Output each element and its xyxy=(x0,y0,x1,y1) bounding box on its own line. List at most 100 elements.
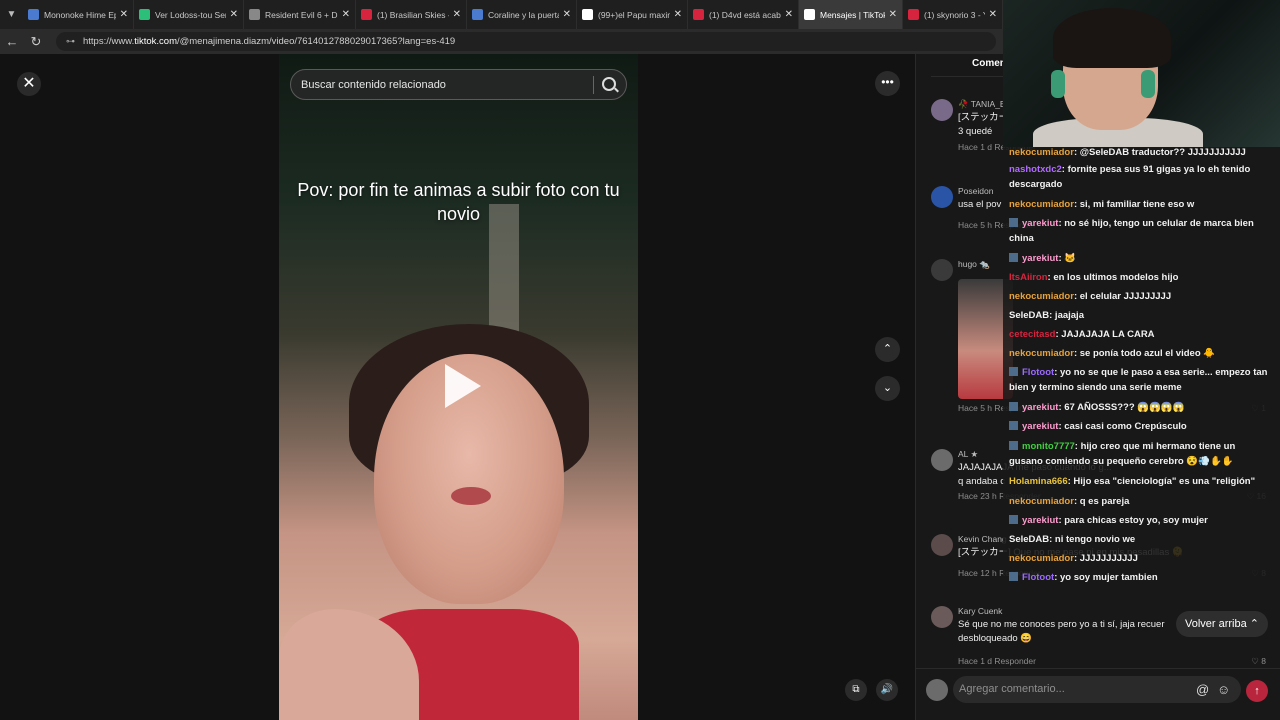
tab-close-icon[interactable]: ✕ xyxy=(889,9,897,20)
related-search-input[interactable]: Buscar contenido relacionado xyxy=(290,69,627,100)
comment-composer: Agregar comentario... @ ☺ ↑ xyxy=(916,668,1280,720)
chat-username: monito7777 xyxy=(1022,441,1075,452)
chat-message: nekocumiador: JJJJJJJJJJJ xyxy=(1009,551,1271,566)
chat-message: cetecitasd: JAJAJAJA LA CARA xyxy=(1009,327,1271,342)
chat-message: Flotoot: yo soy mujer tambien xyxy=(1009,570,1271,585)
chat-text: : el celular JJJJJJJJJ xyxy=(1073,291,1172,302)
tab-close-icon[interactable]: ✕ xyxy=(453,9,461,20)
comment-meta[interactable]: Hace 1 d Responder xyxy=(958,656,1036,666)
browser-tab-bar: ▼ Mononoke Hime Ep ✕ Ver Lodoss-tou Sen ✕ Re… xyxy=(0,0,1003,29)
tab-comments[interactable]: Comen xyxy=(972,58,1006,69)
chat-text: : si, mi familiar tiene eso w xyxy=(1073,199,1195,210)
previous-video-icon[interactable]: ⌃ xyxy=(875,337,900,362)
chat-text: : para chicas estoy yo, soy mujer xyxy=(1058,515,1208,526)
chat-message: nekocumiador: el celular JJJJJJJJJ xyxy=(1009,289,1271,304)
address-bar[interactable]: ⊶ https://www. tiktok.com/@menajimena.dia… xyxy=(56,32,996,51)
browser-tab[interactable]: Mononoke Hime Ep ✕ xyxy=(23,0,134,29)
chat-text: : @SeleDAB traductor?? JJJJJJJJJJJ xyxy=(1073,147,1246,158)
chat-username: nekocumiador xyxy=(1009,348,1074,359)
tab-close-icon[interactable]: ✕ xyxy=(563,9,571,20)
commenter-name[interactable]: hugo 🐀 xyxy=(958,259,990,270)
browser-tab[interactable]: (1) D4vd está acaba ✕ xyxy=(688,0,799,29)
chat-username: nekocumiador xyxy=(1009,496,1074,507)
chat-message: nekocumiador: se ponía todo azul el vide… xyxy=(1009,346,1271,361)
browser-tab[interactable]: (1) Brasilian Skies - ✕ xyxy=(356,0,467,29)
chat-username: Flotoot xyxy=(1022,367,1055,378)
tab-list-dropdown-icon[interactable]: ▼ xyxy=(0,0,23,29)
chat-username: ItsAiiron xyxy=(1009,272,1048,283)
tab-favicon-icon xyxy=(139,9,150,20)
mention-icon[interactable]: @ xyxy=(1196,682,1209,697)
next-video-icon[interactable]: ⌄ xyxy=(875,376,900,401)
browser-tab[interactable]: Coraline y la puerta ✕ xyxy=(467,0,577,29)
tab-close-icon[interactable]: ✕ xyxy=(785,9,793,20)
chat-username: SeleDAB xyxy=(1009,310,1050,321)
video-player[interactable]: Pov: por fin te animas a subir foto con … xyxy=(279,54,638,720)
commenter-avatar[interactable] xyxy=(931,186,953,208)
chat-username: Flotoot xyxy=(1022,572,1055,583)
chat-username: nekocumiador xyxy=(1009,553,1074,564)
commenter-avatar[interactable] xyxy=(931,259,953,281)
commenter-name[interactable]: Poseidon xyxy=(958,186,993,196)
commenter-name[interactable]: 🥀 TANIA_E xyxy=(958,99,1006,110)
chat-badge-icon xyxy=(1009,253,1018,262)
chat-text: : jaajaja xyxy=(1049,310,1084,321)
commenter-name[interactable]: Kevin Chang xyxy=(958,534,1007,544)
tab-favicon-icon xyxy=(693,9,704,20)
tab-title: Mononoke Hime Ep xyxy=(44,9,116,20)
tab-title: (1) D4vd está acaba xyxy=(709,9,781,20)
commenter-avatar[interactable] xyxy=(931,534,953,556)
emoji-icon[interactable]: ☺ xyxy=(1217,682,1230,697)
browser-tab[interactable]: Mensajes | TikTok ✕ xyxy=(799,0,903,29)
tab-favicon-icon xyxy=(908,9,919,20)
back-to-top-button[interactable]: Volver arriba ⌃ xyxy=(1176,611,1268,637)
chat-badge-icon xyxy=(1009,402,1018,411)
browser-tab[interactable]: Ver Lodoss-tou Sen ✕ xyxy=(134,0,244,29)
chat-username: yarekiut xyxy=(1022,402,1059,413)
chat-username: yarekiut xyxy=(1022,253,1059,264)
tab-title: Resident Evil 6 + DL xyxy=(265,9,338,20)
tab-close-icon[interactable]: ✕ xyxy=(120,9,128,20)
tab-close-icon[interactable]: ✕ xyxy=(989,9,997,20)
commenter-name[interactable]: AL ★ xyxy=(958,449,978,460)
tab-close-icon[interactable]: ✕ xyxy=(674,9,682,20)
site-info-icon[interactable]: ⊶ xyxy=(66,36,75,47)
commenter-name[interactable]: Kary Cuenk xyxy=(958,606,1002,616)
play-icon[interactable] xyxy=(445,364,481,408)
video-caption: Pov: por fin te animas a subir foto con … xyxy=(297,180,620,224)
chat-text: : JJJJJJJJJJJ xyxy=(1073,553,1138,564)
chat-message: yarekiut: 🐱 xyxy=(1009,251,1271,266)
commenter-avatar[interactable] xyxy=(931,606,953,628)
commenter-avatar[interactable] xyxy=(931,99,953,121)
chat-username: Holamina666 xyxy=(1009,476,1068,487)
chat-text: : 🐱 xyxy=(1058,253,1077,264)
chat-message: SeleDAB: ni tengo novio we xyxy=(1009,532,1271,547)
picture-in-picture-icon[interactable]: ⧉ xyxy=(845,679,867,701)
chat-text: : ni tengo novio we xyxy=(1049,534,1136,545)
close-video-button[interactable]: ✕ xyxy=(17,72,41,96)
tab-title: (1) Brasilian Skies - xyxy=(377,9,449,20)
commenter-avatar[interactable] xyxy=(931,449,953,471)
search-icon[interactable] xyxy=(602,77,616,91)
back-arrow-icon[interactable]: ← xyxy=(0,34,24,49)
more-options-icon[interactable]: ••• xyxy=(875,71,900,96)
browser-tab[interactable]: Resident Evil 6 + DL ✕ xyxy=(244,0,356,29)
send-comment-button[interactable]: ↑ xyxy=(1246,680,1268,702)
chat-username: yarekiut xyxy=(1022,218,1059,229)
reload-icon[interactable]: ↻ xyxy=(24,34,48,50)
comment-like-count[interactable]: ♡ 8 xyxy=(1251,656,1266,667)
browser-tab[interactable]: (99+)el Papu maxim ✕ xyxy=(577,0,688,29)
chat-message: nashotxdc2: fornite pesa sus 91 gigas ya… xyxy=(1009,162,1271,192)
chat-message: yarekiut: no sé hijo, tengo un celular d… xyxy=(1009,216,1271,246)
tab-close-icon[interactable]: ✕ xyxy=(342,9,350,20)
streamer-webcam xyxy=(1003,0,1280,147)
chat-text: : Hijo esa "cienciología" es una "religi… xyxy=(1067,476,1256,487)
chat-username: nashotxdc2 xyxy=(1009,164,1062,175)
chat-message: yarekiut: para chicas estoy yo, soy muje… xyxy=(1009,513,1271,528)
tab-close-icon[interactable]: ✕ xyxy=(230,9,238,20)
search-placeholder: Buscar contenido relacionado xyxy=(301,78,446,91)
browser-tab[interactable]: (1) skynorio 3 - You ✕ xyxy=(903,0,1003,29)
volume-icon[interactable]: 🔊 xyxy=(876,679,898,701)
chat-message: ItsAiiron: en los ultimos modelos hijo xyxy=(1009,270,1271,285)
url-path: /@menajimena.diazm/video/761401278802901… xyxy=(176,36,456,47)
